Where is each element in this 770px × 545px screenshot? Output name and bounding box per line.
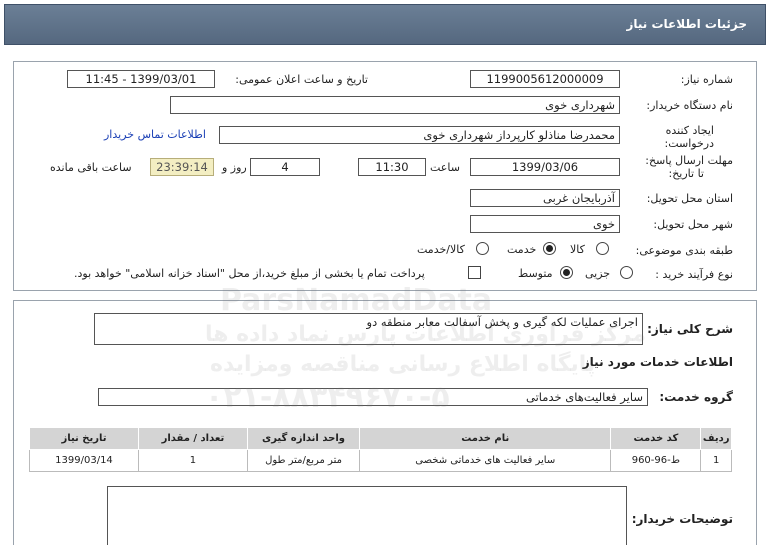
- days-label: روز و: [222, 161, 247, 174]
- col-quantity: تعداد / مقدار: [137, 427, 248, 450]
- service-group-label: گروه خدمت:: [659, 390, 733, 404]
- buyer-contact-link[interactable]: اطلاعات تماس خریدار: [104, 128, 206, 141]
- buyer-notes-field: [107, 486, 627, 545]
- city-field: خوی: [470, 215, 620, 233]
- services-table-header: ردیف کد خدمت نام خدمت واحد اندازه گیری ت…: [29, 427, 732, 450]
- buyer-org-field: شهرداری خوی: [170, 96, 620, 114]
- category-goods-service-radio[interactable]: [476, 242, 489, 255]
- description-label: شرح کلی نیاز:: [647, 322, 733, 336]
- buyer-notes-label: توضیحات خریدار:: [631, 512, 733, 526]
- services-table: ردیف کد خدمت نام خدمت واحد اندازه گیری ت…: [29, 427, 732, 472]
- process-medium-radio[interactable]: [560, 266, 573, 279]
- page-header: جزئیات اطلاعات نیاز: [4, 4, 766, 45]
- category-service-label: خدمت: [507, 243, 537, 256]
- deadline-label-line1: مهلت ارسال پاسخ:: [645, 154, 733, 167]
- cell-unit: متر مربع/متر طول: [246, 449, 361, 472]
- province-label: استان محل تحویل:: [646, 192, 733, 205]
- category-goods-radio[interactable]: [596, 242, 609, 255]
- process-label: نوع فرآیند خرید :: [655, 268, 733, 281]
- col-row-number: ردیف: [700, 427, 732, 450]
- announce-label: تاریخ و ساعت اعلان عمومی:: [235, 73, 368, 86]
- process-minor-label: جزیی: [585, 267, 611, 280]
- services-section-title: اطلاعات خدمات مورد نیاز: [582, 355, 733, 369]
- deadline-date-field: 1399/03/06: [470, 158, 620, 176]
- need-number-field: 1199005612000009: [470, 70, 620, 88]
- remaining-label: ساعت باقی مانده: [50, 161, 132, 174]
- col-need-date: تاریخ نیاز: [29, 427, 139, 450]
- buyer-org-label: نام دستگاه خریدار:: [646, 99, 733, 112]
- treasury-payment-checkbox[interactable]: [468, 266, 481, 279]
- description-field: اجرای عملیات لکه گیری و پخش آسفالت معابر…: [94, 313, 643, 345]
- col-unit: واحد اندازه گیری: [246, 427, 361, 450]
- cell-service-name: سایر فعالیت های خدماتی شخصی: [359, 449, 612, 472]
- process-medium-label: متوسط: [518, 267, 553, 280]
- table-row: 1 ط-96-960 سایر فعالیت های خدماتی شخصی م…: [29, 449, 732, 472]
- category-label: طبقه بندی موضوعی:: [635, 244, 733, 257]
- category-goods-label: کالا: [570, 243, 585, 256]
- col-service-name: نام خدمت: [359, 427, 612, 450]
- category-goods-service-label: کالا/خدمت: [417, 243, 465, 256]
- deadline-time-field: 11:30: [358, 158, 426, 176]
- service-group-field: سایر فعالیت‌های خدماتی: [98, 388, 648, 406]
- announce-field: 1399/03/01 - 11:45: [67, 70, 215, 88]
- deadline-label-line2: تا تاریخ:: [668, 167, 704, 180]
- remaining-time-field: 23:39:14: [150, 158, 214, 176]
- creator-label-line2: درخواست:: [664, 137, 714, 150]
- cell-row-number: 1: [700, 449, 732, 472]
- creator-label-line1: ایجاد کننده: [665, 124, 714, 137]
- need-number-label: شماره نیاز:: [680, 73, 733, 86]
- city-label: شهر محل تحویل:: [653, 218, 733, 231]
- col-service-code: کد خدمت: [610, 427, 702, 450]
- cell-quantity: 1: [137, 449, 248, 472]
- province-field: آذربایجان غربی: [470, 189, 620, 207]
- deadline-time-label: ساعت: [430, 161, 460, 174]
- process-minor-radio[interactable]: [620, 266, 633, 279]
- cell-service-code: ط-96-960: [610, 449, 702, 472]
- treasury-payment-note: پرداخت تمام یا بخشی از مبلغ خرید،از محل …: [74, 267, 425, 280]
- category-service-radio[interactable]: [543, 242, 556, 255]
- page-title: جزئیات اطلاعات نیاز: [626, 17, 747, 31]
- cell-need-date: 1399/03/14: [29, 449, 139, 472]
- days-field: 4: [250, 158, 320, 176]
- creator-field: محمدرضا مناذلو کارپرداز شهرداری خوی: [219, 126, 620, 144]
